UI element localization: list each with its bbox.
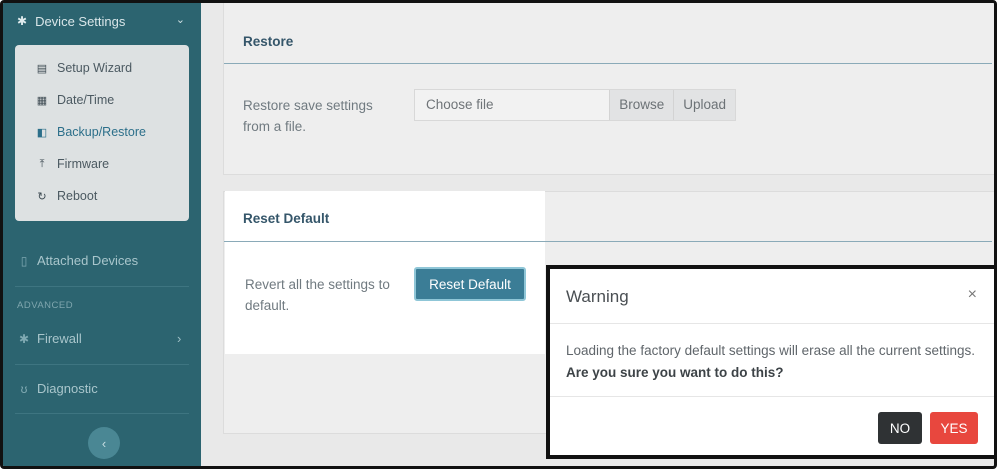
upload-icon: ⤒: [39, 157, 45, 170]
close-icon[interactable]: ×: [968, 286, 977, 304]
divider: [15, 364, 189, 365]
calendar-icon: ▦: [36, 94, 48, 107]
dialog-message: Loading the factory default settings wil…: [566, 340, 986, 384]
yes-button[interactable]: YES: [930, 412, 978, 444]
sidebar-item-label: Firewall: [37, 331, 82, 346]
reset-title: Reset Default: [243, 211, 330, 226]
sidebar-item-label: Firmware: [57, 157, 110, 171]
section-label-advanced: ADVANCED: [17, 300, 74, 311]
sidebar: ✱ Device Settings ⌄ ▤ Setup Wizard ▦ Dat…: [3, 3, 201, 466]
browse-button[interactable]: Browse: [609, 90, 674, 120]
chevron-left-icon: ‹: [101, 435, 107, 451]
sidebar-item-setup-wizard[interactable]: ▤ Setup Wizard: [35, 58, 132, 78]
dialog-message-question: Are you sure you want to do this?: [566, 365, 784, 380]
device-settings-submenu: ▤ Setup Wizard ▦ Date/Time ◧ Backup/Rest…: [15, 45, 189, 221]
card-divider: [224, 63, 992, 64]
sidebar-item-device-settings[interactable]: ✱ Device Settings ⌄: [3, 3, 201, 39]
app-window: ✱ Device Settings ⌄ ▤ Setup Wizard ▦ Dat…: [0, 0, 997, 469]
sidebar-item-diagnostic[interactable]: ʊ Diagnostic: [17, 381, 98, 396]
sidebar-item-label: Backup/Restore: [57, 125, 146, 139]
gear-icon: ✱: [17, 14, 28, 28]
sidebar-item-reboot[interactable]: ↻ Reboot: [35, 186, 97, 206]
stethoscope-icon: ʊ: [20, 381, 28, 396]
sidebar-item-firewall[interactable]: ✱ Firewall ›: [17, 331, 181, 346]
restore-title: Restore: [243, 34, 294, 49]
divider: [15, 413, 189, 414]
divider: [550, 323, 994, 324]
divider: [550, 396, 994, 397]
file-input-placeholder: Choose file: [426, 97, 494, 112]
restore-file-input[interactable]: Choose file Browse Upload: [414, 89, 736, 121]
restore-card: [223, 3, 994, 175]
sidebar-item-attached-devices[interactable]: ▯ Attached Devices: [17, 253, 138, 268]
sidebar-item-label: Diagnostic: [37, 381, 98, 396]
sidebar-item-label: Setup Wizard: [57, 61, 133, 75]
sidebar-item-date-time[interactable]: ▦ Date/Time: [35, 90, 114, 110]
sidebar-item-label: Attached Devices: [37, 253, 139, 268]
upload-button[interactable]: Upload: [673, 90, 735, 120]
sidebar-item-label: Reboot: [57, 189, 98, 203]
collapse-sidebar-button[interactable]: ‹: [88, 427, 120, 459]
divider: [15, 286, 189, 287]
copy-icon: ◧: [36, 126, 48, 139]
sidebar-item-firmware[interactable]: ⤒ Firmware: [35, 154, 110, 174]
chevron-right-icon: ›: [177, 331, 182, 346]
reset-description: Revert all the settings to default.: [245, 277, 390, 313]
no-button[interactable]: NO: [878, 412, 922, 444]
reset-default-button[interactable]: Reset Default: [414, 267, 526, 301]
restore-description: Restore save settings from a file.: [243, 98, 373, 134]
warning-dialog: Warning × Loading the factory default se…: [546, 265, 994, 459]
gear-icon: ✱: [18, 331, 30, 346]
sidebar-item-backup-restore[interactable]: ◧ Backup/Restore: [35, 122, 146, 142]
dialog-message-text: Loading the factory default settings wil…: [566, 343, 975, 358]
sidebar-item-label: Date/Time: [57, 93, 115, 107]
chevron-down-icon: ⌄: [175, 14, 185, 26]
refresh-icon: ↻: [37, 190, 47, 203]
sidebar-item-label: Device Settings: [35, 13, 126, 29]
dialog-title: Warning: [566, 287, 629, 306]
card-divider: [225, 241, 545, 242]
document-icon: ▤: [36, 62, 48, 75]
device-icon: ▯: [20, 253, 28, 268]
